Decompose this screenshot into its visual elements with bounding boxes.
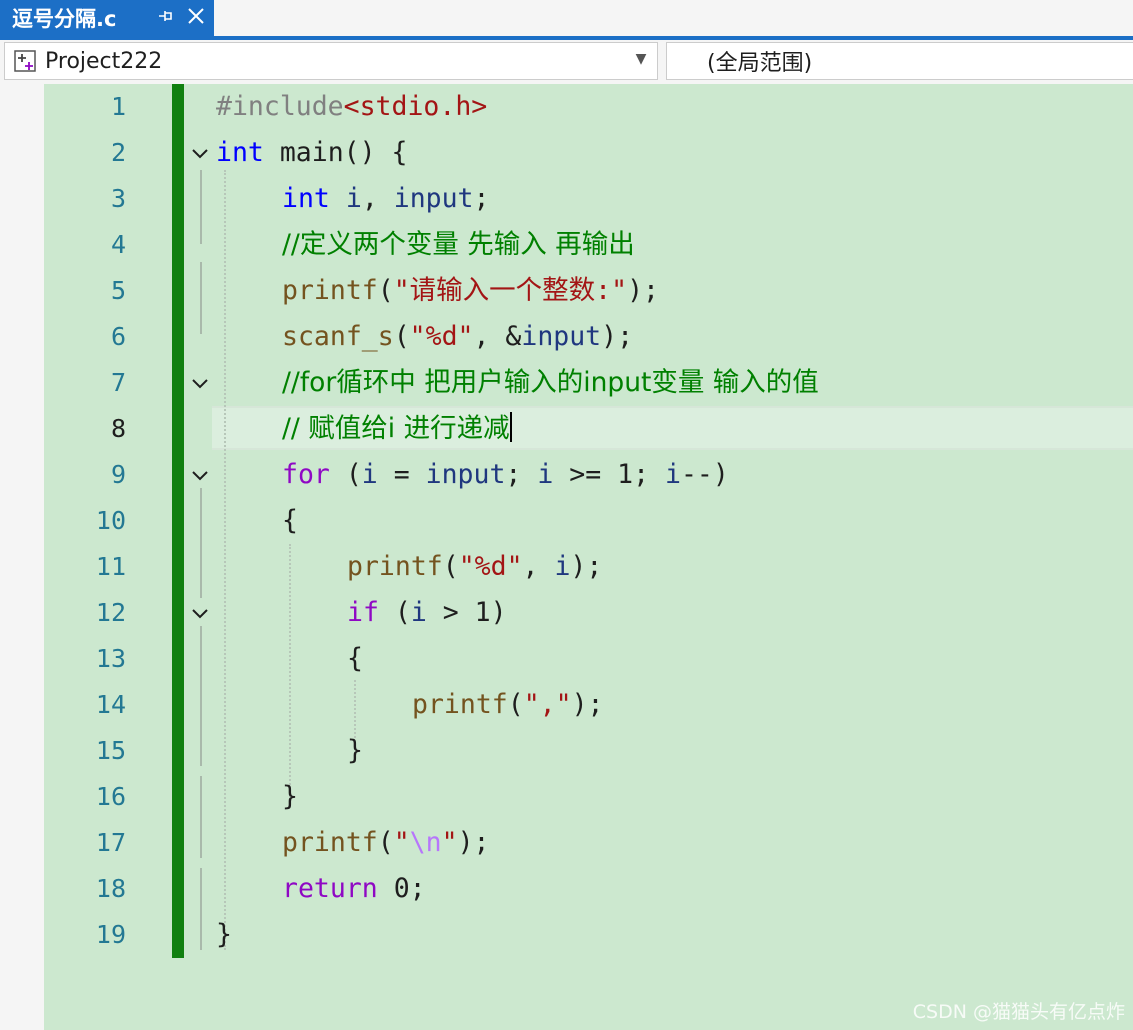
scope-dropdown[interactable]: (全局范围) xyxy=(666,42,1133,80)
code-text[interactable]: } xyxy=(282,774,298,820)
line-number: 4 xyxy=(110,230,126,259)
line-number: 16 xyxy=(95,782,126,811)
close-icon[interactable] xyxy=(180,4,212,32)
code-line-9[interactable]: 9 for (i = input; i >= 1; i--) xyxy=(0,452,1133,498)
line-number: 2 xyxy=(110,138,126,167)
project-dropdown[interactable]: Project222 ▼ xyxy=(4,42,658,80)
code-line-14[interactable]: 14 printf(","); xyxy=(0,682,1133,728)
chevron-down-icon[interactable] xyxy=(189,603,211,625)
line-number: 13 xyxy=(95,644,126,673)
tab-file[interactable]: 逗号分隔.c xyxy=(0,0,214,36)
code-line-16[interactable]: 16 } xyxy=(0,774,1133,820)
line-number: 9 xyxy=(110,460,126,489)
code-line-15[interactable]: 15 } xyxy=(0,728,1133,774)
code-line-2[interactable]: 2 int main() { xyxy=(0,130,1133,176)
code-line-6[interactable]: 6 scanf_s("%d", &input); xyxy=(0,314,1133,360)
chevron-down-icon[interactable] xyxy=(189,373,211,395)
code-text[interactable]: } xyxy=(347,728,363,774)
line-number: 7 xyxy=(110,368,126,397)
code-text[interactable]: { xyxy=(282,498,298,544)
code-comment[interactable]: //for循环中 把用户输入的input变量 输入的值 xyxy=(282,360,819,406)
chevron-down-icon[interactable] xyxy=(189,465,211,487)
code-line-4[interactable]: 4 //定义两个变量 先输入 再输出 xyxy=(0,222,1133,268)
code-line-8[interactable]: 8 // 赋值给i 进行递减 xyxy=(0,406,1133,452)
line-number: 11 xyxy=(95,552,126,581)
line-number: 10 xyxy=(95,506,126,535)
code-text[interactable]: int i, input; xyxy=(282,176,489,222)
code-text[interactable]: if (i > 1) xyxy=(347,590,507,636)
code-line-5[interactable]: 5 printf("请输入一个整数:"); xyxy=(0,268,1133,314)
line-number: 15 xyxy=(95,736,126,765)
code-editor[interactable]: 1 #include<stdio.h> 2 int main() { 3 int… xyxy=(0,84,1133,1030)
code-line-11[interactable]: 11 printf("%d", i); xyxy=(0,544,1133,590)
code-text[interactable]: for (i = input; i >= 1; i--) xyxy=(282,452,729,498)
code-text[interactable]: printf(","); xyxy=(412,682,604,728)
code-line-13[interactable]: 13 { xyxy=(0,636,1133,682)
line-number: 3 xyxy=(110,184,126,213)
code-text[interactable]: { xyxy=(347,636,363,682)
code-text[interactable]: printf("%d", i); xyxy=(347,544,602,590)
watermark: CSDN @猫猫头有亿点炸 xyxy=(912,1001,1125,1023)
code-line-3[interactable]: 3 int i, input; xyxy=(0,176,1133,222)
line-number: 19 xyxy=(95,920,126,949)
code-line-10[interactable]: 10 { xyxy=(0,498,1133,544)
code-comment[interactable]: // 赋值给i 进行递减 xyxy=(282,406,512,452)
code-comment[interactable]: //定义两个变量 先输入 再输出 xyxy=(282,222,635,268)
chevron-down-icon[interactable]: ▼ xyxy=(631,51,651,67)
line-number: 14 xyxy=(95,690,126,719)
code-text[interactable]: int main() { xyxy=(216,130,407,176)
line-number: 1 xyxy=(110,92,126,121)
code-line-18[interactable]: 18 return 0; xyxy=(0,866,1133,912)
line-number: 5 xyxy=(110,276,126,305)
code-line-19[interactable]: 19 } xyxy=(0,912,1133,958)
text-caret xyxy=(509,412,512,442)
chevron-down-icon[interactable] xyxy=(189,143,211,165)
line-number: 12 xyxy=(95,598,126,627)
navigation-bar: Project222 ▼ (全局范围) xyxy=(0,40,1133,84)
code-text[interactable]: return 0; xyxy=(282,866,426,912)
code-line-12[interactable]: 12 if (i > 1) xyxy=(0,590,1133,636)
line-number: 17 xyxy=(95,828,126,857)
project-icon xyxy=(14,50,36,72)
code-line-1[interactable]: 1 #include<stdio.h> xyxy=(0,84,1133,130)
code-text[interactable]: printf("\n"); xyxy=(282,820,489,866)
tab-strip: 逗号分隔.c xyxy=(0,0,1133,40)
tab-title[interactable]: 逗号分隔.c xyxy=(0,3,150,33)
line-number-active: 8 xyxy=(110,414,126,443)
code-text[interactable]: } xyxy=(216,912,232,958)
code-text[interactable]: scanf_s("%d", &input); xyxy=(282,314,633,360)
line-number: 6 xyxy=(110,322,126,351)
scope-label: (全局范围) xyxy=(707,51,813,76)
code-text[interactable]: #include<stdio.h> xyxy=(216,84,487,130)
code-line-17[interactable]: 17 printf("\n"); xyxy=(0,820,1133,866)
line-number: 18 xyxy=(95,874,126,903)
code-text[interactable]: printf("请输入一个整数:"); xyxy=(282,268,659,314)
pin-icon[interactable] xyxy=(150,7,180,30)
code-line-7[interactable]: 7 //for循环中 把用户输入的input变量 输入的值 xyxy=(0,360,1133,406)
project-name: Project222 xyxy=(45,48,163,74)
